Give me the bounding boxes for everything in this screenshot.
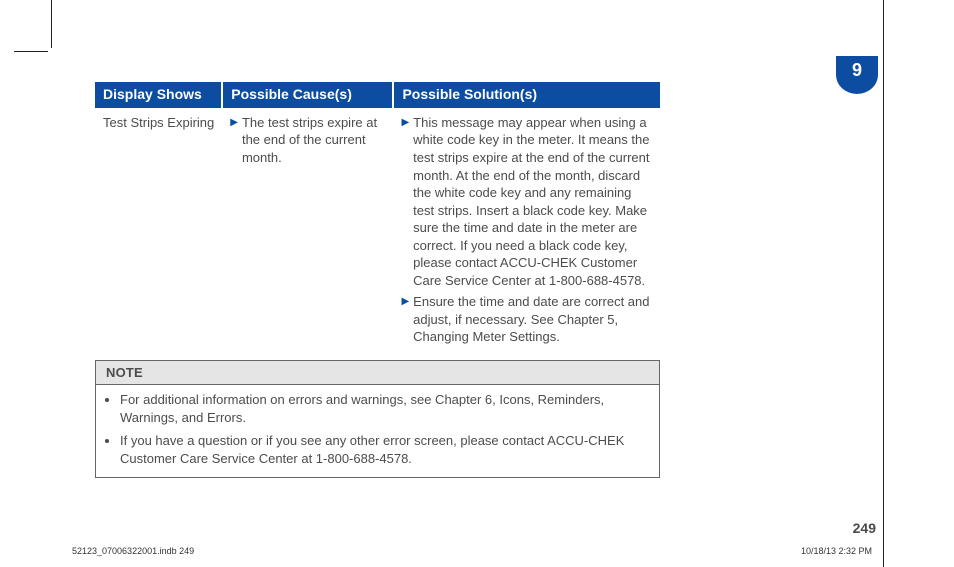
triangle-icon: ▶ — [401, 116, 409, 130]
note-box: NOTE For additional information on error… — [95, 360, 660, 478]
col-header-solution: Possible Solution(s) — [393, 82, 660, 108]
triangle-icon: ▶ — [230, 116, 238, 130]
cause-text: The test strips expire at the end of the… — [242, 114, 386, 167]
col-header-display: Display Shows — [95, 82, 222, 108]
page-number: 249 — [853, 520, 876, 536]
note-item: For additional information on errors and… — [120, 391, 649, 426]
solution-text: Ensure the time and date are correct and… — [413, 293, 652, 346]
troubleshooting-table: Display Shows Possible Cause(s) Possible… — [95, 82, 660, 352]
cell-causes: ▶ The test strips expire at the end of t… — [222, 108, 393, 352]
solution-text: This message may appear when using a whi… — [413, 114, 652, 289]
table-row: Test Strips Expiring ▶ The test strips e… — [95, 108, 660, 352]
note-item: If you have a question or if you see any… — [120, 432, 649, 467]
col-header-cause: Possible Cause(s) — [222, 82, 393, 108]
note-heading: NOTE — [96, 361, 659, 385]
footer-left: 52123_07006322001.indb 249 — [72, 546, 194, 556]
footer-right: 10/18/13 2:32 PM — [801, 546, 872, 556]
print-footer: 52123_07006322001.indb 249 10/18/13 2:32… — [72, 546, 872, 556]
triangle-icon: ▶ — [401, 295, 409, 309]
cell-solutions: ▶ This message may appear when using a w… — [393, 108, 660, 352]
cell-display: Test Strips Expiring — [95, 108, 222, 352]
page-content: Display Shows Possible Cause(s) Possible… — [95, 82, 855, 478]
